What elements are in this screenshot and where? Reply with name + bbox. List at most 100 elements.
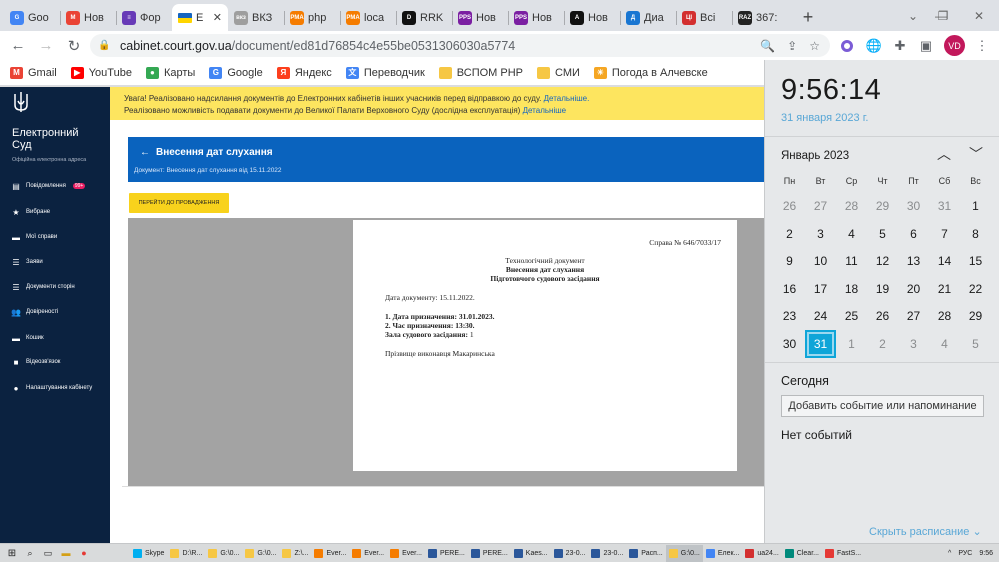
browser-tab[interactable]: PMA loca	[340, 4, 396, 31]
browser-tab[interactable]: вкз ВКЗ	[228, 4, 284, 31]
browser-tab[interactable]: G Goo	[4, 4, 60, 31]
calendar-day[interactable]: 29	[960, 302, 991, 330]
bookmark-item[interactable]: ● Карты	[145, 66, 195, 79]
address-bar[interactable]: 🔒 cabinet.court.gov.ua/document/ed81d768…	[90, 34, 830, 57]
calendar-day[interactable]: 2	[867, 330, 898, 358]
brand-title[interactable]: Електронний Суд	[12, 127, 79, 151]
calendar-day[interactable]: 10	[805, 247, 836, 275]
sidebar-item[interactable]: ■ Відеозв'язок	[12, 355, 61, 369]
bookmark-item[interactable]: M Gmail	[10, 66, 57, 79]
calendar-day[interactable]: 1	[836, 330, 867, 358]
notice-link-1[interactable]: Детальніше.	[544, 94, 590, 103]
taskbar-item[interactable]: Ever...	[311, 545, 349, 562]
close-icon[interactable]: ✕	[213, 11, 222, 24]
taskbar-item[interactable]: Skype	[130, 545, 167, 562]
calendar-day[interactable]: 17	[805, 275, 836, 303]
browser-tab[interactable]: M Нов	[60, 4, 116, 31]
calendar-day[interactable]: 16	[774, 275, 805, 303]
calendar-day[interactable]: 8	[960, 220, 991, 248]
calendar-day[interactable]: 20	[898, 275, 929, 303]
lang-indicator[interactable]: РУС	[958, 550, 972, 557]
back-link[interactable]: ← Внесення дат слухання	[140, 147, 273, 158]
restore-icon[interactable]: ❐	[926, 0, 960, 31]
calendar-day[interactable]: 25	[836, 302, 867, 330]
browser-tab[interactable]: A Нов	[564, 4, 620, 31]
date-link[interactable]: 31 января 2023 г.	[781, 112, 868, 124]
calendar-day[interactable]: 7	[929, 220, 960, 248]
browser-tab[interactable]: PPS Нов	[508, 4, 564, 31]
calendar-day[interactable]: 26	[867, 302, 898, 330]
calendar-day[interactable]: 27	[805, 192, 836, 220]
chrome-icon[interactable]: ●	[78, 547, 90, 559]
browser-tab[interactable]: PPS Нов	[452, 4, 508, 31]
sidepanel-icon[interactable]: ▣	[914, 31, 938, 60]
browser-tab[interactable]: ≡ Фор	[116, 4, 172, 31]
calendar-day[interactable]: 4	[929, 330, 960, 358]
calendar-day[interactable]: 1	[960, 192, 991, 220]
taskbar-item[interactable]: G:\0...	[205, 545, 242, 562]
bookmark-star-icon[interactable]: ☆	[809, 39, 820, 53]
taskbar-clock[interactable]: 9:56	[979, 550, 993, 557]
calendar-day[interactable]: 18	[836, 275, 867, 303]
calendar-day[interactable]: 14	[929, 247, 960, 275]
calendar-day[interactable]: 24	[805, 302, 836, 330]
taskbar-item[interactable]: 23-0...	[588, 545, 626, 562]
taskbar-item[interactable]: Ever...	[387, 545, 425, 562]
bookmark-item[interactable]: СМИ	[537, 66, 580, 79]
new-tab-button[interactable]: +	[794, 4, 822, 31]
task-view-icon[interactable]: ▭	[42, 547, 54, 559]
taskbar-item[interactable]: Z:\...	[279, 545, 311, 562]
calendar-day[interactable]: 5	[960, 330, 991, 358]
forward-icon[interactable]: →	[32, 32, 60, 60]
chevron-up-icon[interactable]: ^	[948, 550, 951, 557]
close-window-icon[interactable]: ✕	[962, 0, 996, 31]
sidebar-item[interactable]: ▤ Повідомлення 99+	[12, 179, 86, 193]
taskbar-item[interactable]: Елек...	[703, 545, 743, 562]
calendar-day[interactable]: 26	[774, 192, 805, 220]
windows-start-icon[interactable]: ⊞	[6, 547, 18, 559]
calendar-day[interactable]: 2	[774, 220, 805, 248]
bookmark-item[interactable]: ☀ Погода в Алчевске	[593, 66, 708, 79]
sidebar-item[interactable]: 👥 Довіреності	[11, 305, 58, 319]
taskbar-item[interactable]: Ever...	[349, 545, 387, 562]
sidebar-item[interactable]: ★ Вибране	[12, 205, 50, 219]
month-title[interactable]: Январь 2023	[781, 150, 849, 162]
browser-tab[interactable]: D RRK	[396, 4, 452, 31]
calendar-day[interactable]: 11	[836, 247, 867, 275]
calendar-day[interactable]: 23	[774, 302, 805, 330]
bookmark-item[interactable]: Я Яндекс	[276, 66, 332, 79]
bookmark-item[interactable]: 文 Переводчик	[345, 66, 425, 79]
taskbar-item[interactable]: PERE...	[425, 545, 468, 562]
calendar-day[interactable]: 30	[774, 330, 805, 358]
bookmark-item[interactable]: ВСПОМ PHP	[438, 66, 523, 79]
taskbar-item[interactable]: Kaes...	[511, 545, 551, 562]
browser-tab[interactable]: ЦІ Всі	[676, 4, 732, 31]
taskbar-item[interactable]: D:\R...	[167, 545, 205, 562]
reload-icon[interactable]: ↻	[60, 32, 88, 60]
zoom-icon[interactable]: 🔍	[760, 39, 775, 53]
goto-proceeding-button[interactable]: ПЕРЕЙТИ ДО ПРОВАДЖЕННЯ	[129, 193, 229, 213]
taskbar-item[interactable]: G:\0...	[242, 545, 279, 562]
calendar-day[interactable]: 4	[836, 220, 867, 248]
taskbar-item[interactable]: FastS...	[822, 545, 864, 562]
avatar[interactable]: VD	[944, 35, 965, 56]
extension-icon[interactable]	[835, 31, 859, 60]
calendar-day[interactable]: 29	[867, 192, 898, 220]
chevron-down-icon[interactable]: ﹀	[969, 144, 983, 164]
calendar-day[interactable]: 3	[805, 220, 836, 248]
notice-link-2[interactable]: Детальніше	[523, 106, 567, 115]
globe-icon[interactable]: 🌐	[862, 31, 886, 60]
browser-tab[interactable]: Е ✕	[172, 4, 228, 31]
sidebar-item[interactable]: ● Налаштування кабінету	[12, 381, 93, 395]
calendar-day[interactable]: 12	[867, 247, 898, 275]
search-icon[interactable]: ⌕	[24, 547, 36, 559]
calendar-day[interactable]: 22	[960, 275, 991, 303]
calendar-day[interactable]: 15	[960, 247, 991, 275]
calendar-day[interactable]: 21	[929, 275, 960, 303]
calendar-day[interactable]: 9	[774, 247, 805, 275]
file-explorer-icon[interactable]: ▬	[60, 547, 72, 559]
taskbar-item[interactable]: G:\0...	[665, 544, 703, 562]
hide-schedule-link[interactable]: Скрыть расписание ⌄	[869, 525, 982, 538]
bookmark-item[interactable]: G Google	[209, 66, 263, 79]
browser-tab[interactable]: Д Диа	[620, 4, 676, 31]
